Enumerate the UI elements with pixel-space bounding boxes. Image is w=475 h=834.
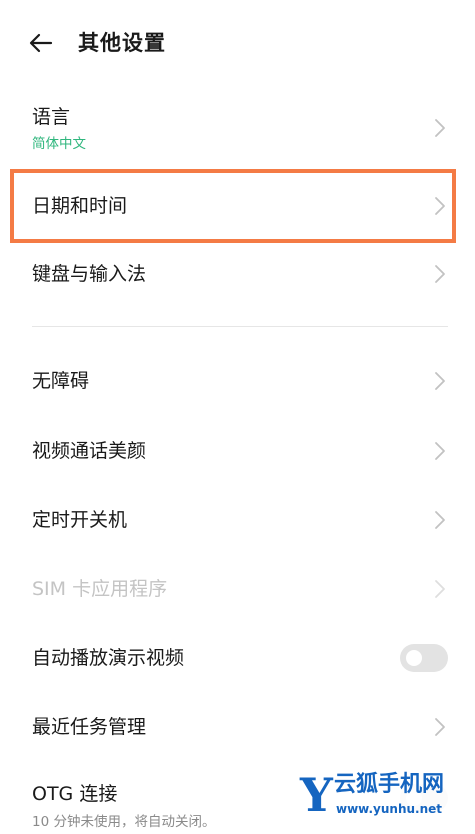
chevron-right-icon: [435, 511, 445, 529]
setting-otg-hint: 10 分钟未使用，将自动关闭。: [32, 814, 216, 830]
chevron-right-icon: [435, 372, 445, 390]
setting-scheduled-power[interactable]: 定时开关机: [0, 487, 475, 553]
watermark-site-url: www.yunhu.net: [336, 802, 443, 816]
setting-language-value: 简体中文: [32, 136, 86, 152]
watermark-logo-letter: Y: [300, 768, 333, 822]
setting-sim-apps: SIM 卡应用程序: [0, 556, 475, 622]
setting-otg-label: OTG 连接: [32, 783, 118, 805]
back-button[interactable]: [26, 28, 56, 58]
setting-video-call-beauty[interactable]: 视频通话美颜: [0, 418, 475, 484]
setting-recent-tasks[interactable]: 最近任务管理: [0, 694, 475, 760]
chevron-right-icon: [435, 442, 445, 460]
setting-video-call-beauty-label: 视频通话美颜: [32, 440, 147, 462]
page-title: 其他设置: [78, 31, 166, 55]
watermark-logo: Y 云狐手机网 www.yunhu.net: [294, 768, 470, 826]
chevron-right-icon: [435, 265, 445, 283]
setting-sim-apps-label: SIM 卡应用程序: [32, 578, 168, 600]
autoplay-demo-toggle[interactable]: [400, 644, 448, 672]
setting-recent-tasks-label: 最近任务管理: [32, 716, 147, 738]
chevron-right-icon: [435, 119, 445, 137]
chevron-right-icon: [435, 580, 445, 598]
arrow-left-icon: [29, 33, 53, 53]
setting-keyboard-input[interactable]: 键盘与输入法: [0, 242, 475, 306]
setting-accessibility-label: 无障碍: [32, 370, 90, 392]
toggle-knob: [406, 650, 422, 666]
setting-autoplay-demo-label: 自动播放演示视频: [32, 647, 185, 669]
setting-language[interactable]: 语言 简体中文: [0, 96, 475, 162]
setting-accessibility[interactable]: 无障碍: [0, 348, 475, 414]
setting-scheduled-power-label: 定时开关机: [32, 509, 128, 531]
watermark-site-name: 云狐手机网: [334, 772, 445, 797]
section-divider: [32, 326, 448, 327]
setting-autoplay-demo: 自动播放演示视频: [0, 625, 475, 691]
setting-language-label: 语言: [32, 106, 71, 128]
header-bar: 其他设置: [0, 0, 475, 84]
chevron-right-icon: [435, 718, 445, 736]
setting-keyboard-input-label: 键盘与输入法: [32, 263, 147, 285]
highlight-frame: [10, 169, 456, 243]
